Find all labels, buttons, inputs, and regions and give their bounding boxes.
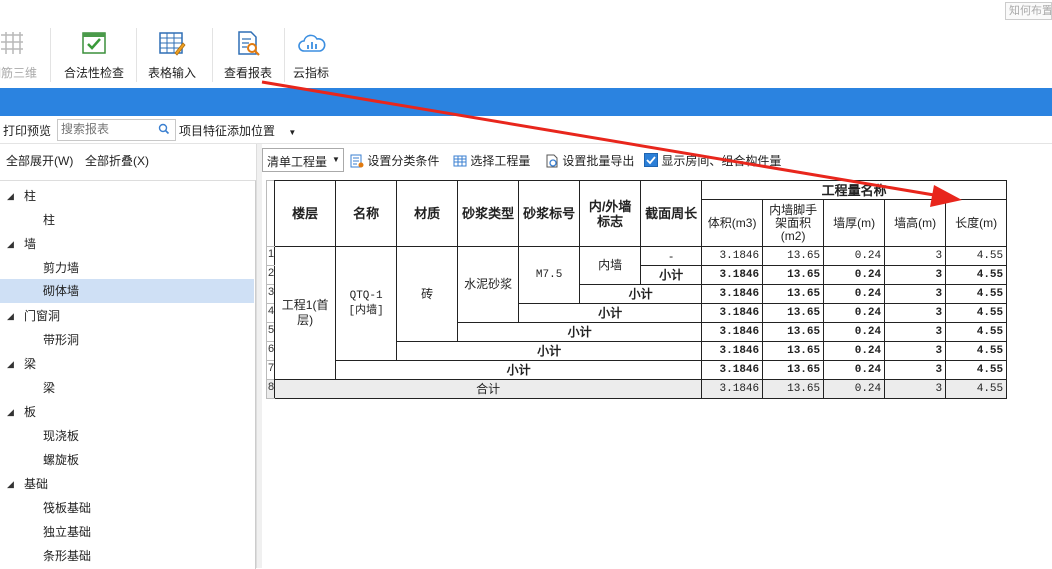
tree-item-strip-foundation[interactable]: 条形基础 bbox=[0, 544, 254, 568]
tree-item-isolated-foundation[interactable]: 独立基础 bbox=[0, 520, 254, 544]
floor-cell: 工程1(首层) bbox=[274, 246, 337, 380]
report-view: 楼层 名称 材质 砂浆类型 砂浆标号 内/外墙标志 截面周长 工程量名称 体积(… bbox=[262, 178, 1052, 568]
tree-item-strip-opening[interactable]: 带形洞 bbox=[0, 328, 254, 352]
header-quantity-group: 工程量名称 bbox=[701, 180, 1008, 200]
header-scaffold-area: 内墙脚手架面积(m2) bbox=[762, 199, 825, 247]
export-icon bbox=[545, 154, 559, 171]
corner-cell bbox=[265, 180, 276, 247]
batch-export-button[interactable]: 设置批量导出 bbox=[545, 152, 634, 171]
header-mortar-type: 砂浆类型 bbox=[457, 180, 520, 247]
expanded-arrow-icon: ◢ bbox=[7, 191, 14, 201]
expanded-arrow-icon: ◢ bbox=[7, 239, 14, 249]
subtotal-label: 小计 bbox=[335, 360, 703, 380]
help-search-box[interactable]: 知何布置 bbox=[1005, 2, 1052, 20]
expanded-arrow-icon: ◢ bbox=[7, 311, 14, 321]
table-row: 7 小计 3.1846 13.65 0.24 3 4.55 bbox=[265, 360, 1008, 380]
ribbon-divider bbox=[50, 28, 51, 82]
name-cell: QTQ-1 [内墙] bbox=[335, 246, 398, 361]
tree-item-cast-slab[interactable]: 现浇板 bbox=[0, 424, 254, 448]
subtotal-label: 小计 bbox=[518, 303, 703, 323]
ribbon-divider bbox=[136, 28, 137, 82]
report-toolbar: 打印预览 项目特征添加位置 ▼ bbox=[0, 117, 1052, 144]
rebar-3d-icon bbox=[0, 29, 26, 57]
validity-check-button[interactable]: 合法性检查 bbox=[57, 26, 131, 84]
header-height: 墙高(m) bbox=[884, 199, 947, 247]
perimeter-cell: - bbox=[640, 246, 703, 266]
table-input-icon bbox=[158, 29, 186, 57]
mortar-grade-cell: M7.5 bbox=[518, 246, 581, 304]
feature-position-label: 项目特征添加位置 bbox=[179, 124, 276, 138]
tree-group-slab[interactable]: ◢ 板 bbox=[0, 400, 254, 424]
material-cell: 砖 bbox=[396, 246, 459, 342]
tree-group-door-window-opening[interactable]: ◢ 门窗洞 bbox=[0, 304, 254, 328]
subtotal-label: 小计 bbox=[396, 341, 703, 361]
ribbon-divider bbox=[212, 28, 213, 82]
tree-item-spiral-slab[interactable]: 螺旋板 bbox=[0, 448, 254, 472]
report-search-icon bbox=[234, 29, 262, 57]
table-input-button[interactable]: 表格输入 bbox=[140, 26, 204, 84]
report-search-input[interactable] bbox=[58, 120, 153, 138]
show-room-checkbox[interactable]: 显示房间、组合构件量 bbox=[644, 152, 781, 169]
tree-item-column[interactable]: 柱 bbox=[0, 208, 254, 232]
tree-item-raft-foundation[interactable]: 筏板基础 bbox=[0, 496, 254, 520]
header-material: 材质 bbox=[396, 180, 459, 247]
header-perimeter: 截面周长 bbox=[640, 180, 703, 247]
expanded-arrow-icon: ◢ bbox=[7, 407, 14, 417]
header-mortar-grade: 砂浆标号 bbox=[518, 180, 581, 247]
collapse-all-button[interactable]: 全部折叠(X) bbox=[85, 152, 149, 169]
tree-header: 全部展开(W) 全部折叠(X) bbox=[0, 144, 256, 175]
cloud-index-button[interactable]: 云指标 bbox=[288, 26, 334, 84]
cloud-chart-icon bbox=[297, 29, 326, 57]
wall-side-cell: 内墙 bbox=[579, 246, 642, 285]
search-icon[interactable] bbox=[158, 123, 170, 138]
check-icon bbox=[80, 29, 108, 57]
total-row: 8 合计 3.1846 13.65 0.24 3 4.55 bbox=[265, 379, 1008, 399]
tree-item-shear-wall[interactable]: 剪力墙 bbox=[0, 256, 254, 280]
tree-item-beam[interactable]: 梁 bbox=[0, 376, 254, 400]
mortar-type-cell: 水泥砂浆 bbox=[457, 246, 520, 323]
chevron-down-icon: ▼ bbox=[332, 155, 340, 164]
header-name: 名称 bbox=[335, 180, 398, 247]
tree-item-masonry-wall[interactable]: 砌体墙 bbox=[0, 279, 254, 303]
subtotal-label: 小计 bbox=[640, 265, 703, 285]
header-floor: 楼层 bbox=[274, 180, 337, 247]
ribbon-divider bbox=[284, 28, 285, 82]
header-volume: 体积(m3) bbox=[701, 199, 764, 247]
table-select-icon bbox=[453, 154, 467, 171]
quantity-type-select[interactable]: 清单工程量 ▼ bbox=[262, 148, 344, 172]
quantity-report-table: 楼层 名称 材质 砂浆类型 砂浆标号 内/外墙标志 截面周长 工程量名称 体积(… bbox=[265, 180, 1008, 399]
report-search-box bbox=[57, 119, 176, 141]
checkbox-checked-icon bbox=[644, 153, 658, 167]
chevron-down-icon: ▼ bbox=[288, 128, 297, 137]
total-label: 合计 bbox=[274, 379, 703, 399]
header-row: 楼层 名称 材质 砂浆类型 砂浆标号 内/外墙标志 截面周长 工程量名称 bbox=[265, 180, 1008, 247]
report-options-toolbar: 清单工程量 ▼ 设置分类条件 选择工程量 设置批量导出 显示房间、组合构件量 bbox=[262, 146, 1052, 174]
header-length: 长度(m) bbox=[945, 199, 1008, 247]
ribbon-toolbar: 钢筋三维 合法性检查 表格输入 查看报表 云指标 bbox=[0, 22, 1052, 88]
rebar-3d-button[interactable]: 钢筋三维 bbox=[0, 26, 44, 84]
expanded-arrow-icon: ◢ bbox=[7, 359, 14, 369]
select-quantity-button[interactable]: 选择工程量 bbox=[453, 152, 530, 171]
tree-group-wall[interactable]: ◢ 墙 bbox=[0, 232, 254, 256]
print-preview-button[interactable]: 打印预览 bbox=[3, 122, 51, 139]
header-thickness: 墙厚(m) bbox=[823, 199, 886, 247]
view-report-button[interactable]: 查看报表 bbox=[217, 26, 279, 84]
header-wall-side: 内/外墙标志 bbox=[579, 180, 642, 247]
subtotal-label: 小计 bbox=[579, 284, 703, 304]
report-tree: ◢ 柱 柱 ◢ 墙 剪力墙 砌体墙 ◢ 门窗洞 带形洞 ◢ 梁 梁 ◢ 板 现浇板 螺旋板… bbox=[0, 180, 256, 569]
expand-all-button[interactable]: 全部展开(W) bbox=[6, 152, 73, 169]
tree-group-beam[interactable]: ◢ 梁 bbox=[0, 352, 254, 376]
tree-group-column[interactable]: ◢ 柱 bbox=[0, 184, 254, 208]
table-row: 1 工程1(首层) QTQ-1 [内墙] 砖 水泥砂浆 M7.5 内墙 - 3.… bbox=[265, 246, 1008, 380]
feature-position-dropdown[interactable]: 项目特征添加位置 ▼ bbox=[179, 122, 296, 139]
set-category-button[interactable]: 设置分类条件 bbox=[350, 152, 439, 171]
category-settings-icon bbox=[350, 154, 364, 171]
title-strip: 知何布置 bbox=[0, 0, 1052, 23]
accent-bar bbox=[0, 88, 1052, 116]
tree-group-foundation[interactable]: ◢ 基础 bbox=[0, 472, 254, 496]
subtotal-label: 小计 bbox=[457, 322, 703, 342]
expanded-arrow-icon: ◢ bbox=[7, 479, 14, 489]
